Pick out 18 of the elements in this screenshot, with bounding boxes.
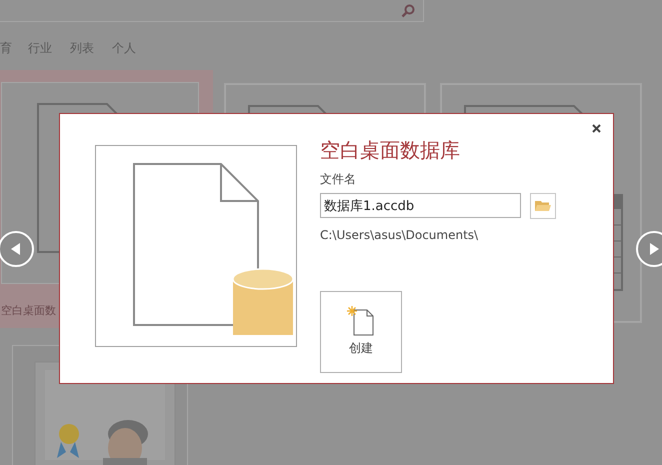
- left-arrow-icon: [11, 243, 21, 255]
- field-label: 文件名: [320, 171, 356, 187]
- browse-button[interactable]: [530, 193, 556, 219]
- category-link[interactable]: 个人: [112, 40, 136, 70]
- file-name-field[interactable]: 数据库1.accdb: [320, 193, 521, 218]
- create-button[interactable]: 创建: [320, 291, 402, 373]
- category-link[interactable]: 育: [0, 40, 12, 70]
- folder-path: C:\Users\asus\Documents\: [320, 227, 478, 243]
- category-link[interactable]: 列表: [70, 40, 94, 70]
- template-name: 空白桌面数: [1, 303, 57, 318]
- folder-icon: [535, 200, 551, 212]
- search-field[interactable]: [0, 0, 424, 22]
- category-link[interactable]: 行业: [28, 40, 52, 70]
- search-icon: [401, 4, 415, 18]
- dialog-title: 空白桌面数据库: [320, 137, 460, 163]
- close-icon: [592, 124, 600, 132]
- right-arrow-icon: [649, 243, 659, 255]
- new-file-icon: [347, 306, 375, 336]
